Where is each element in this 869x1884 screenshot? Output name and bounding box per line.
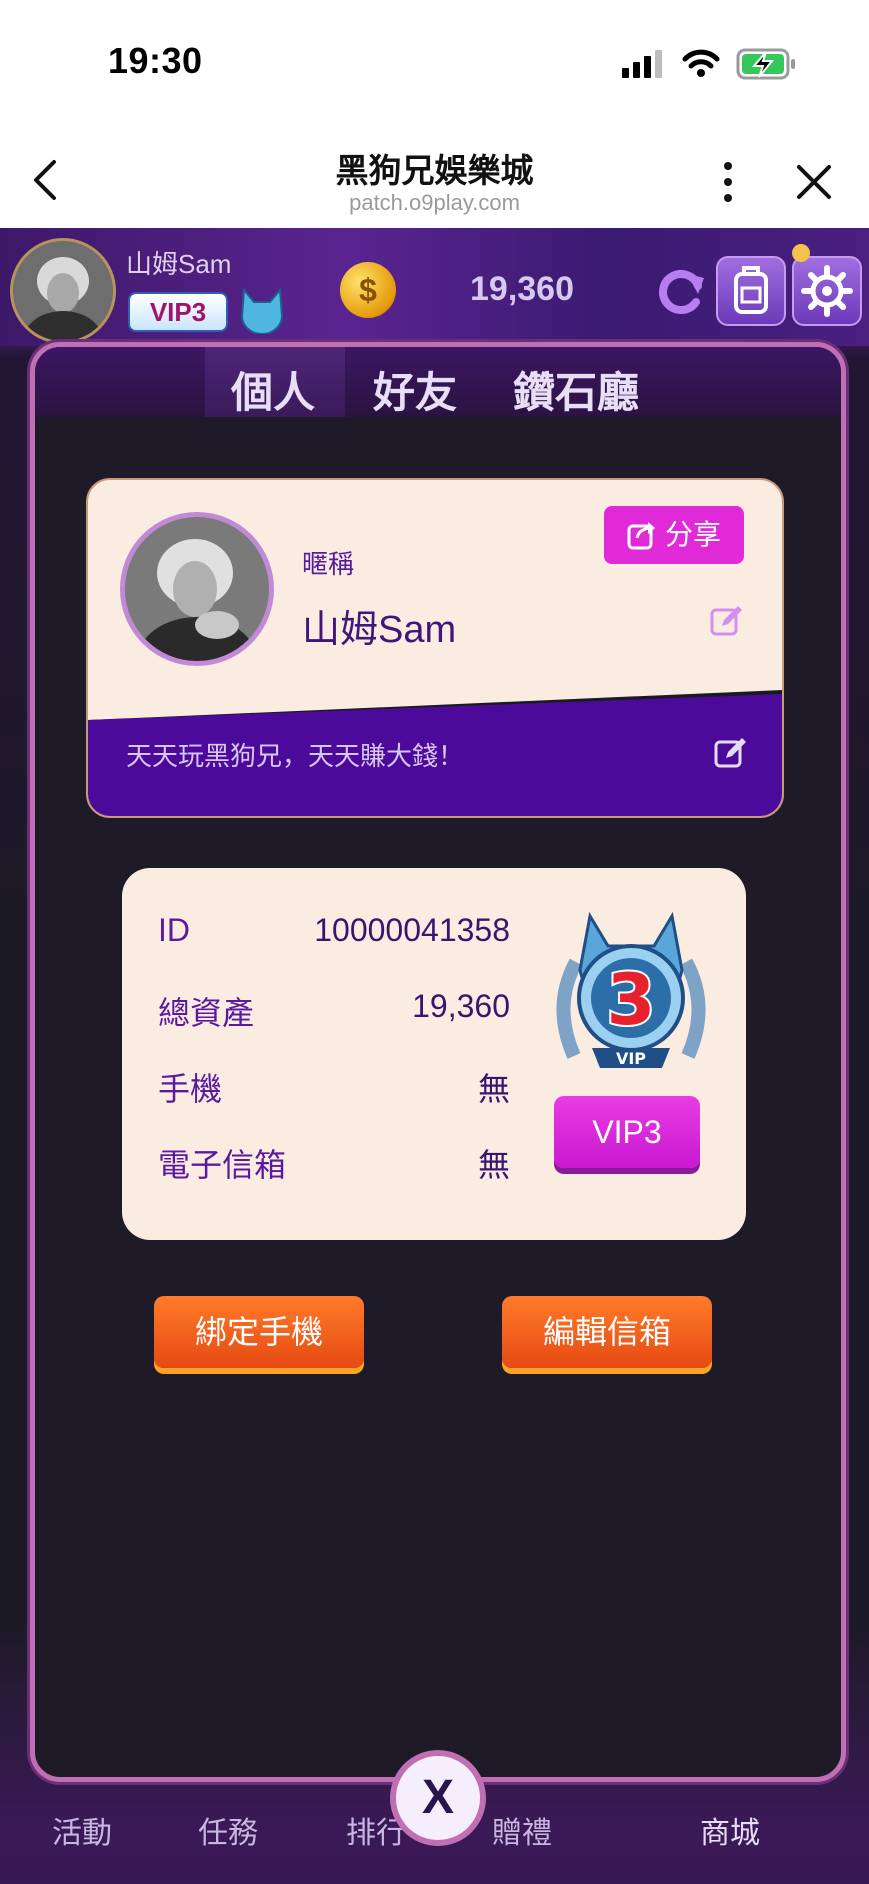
player-avatar-large[interactable] (120, 512, 274, 666)
edit-signature-icon[interactable] (714, 736, 748, 770)
nav-shop[interactable]: 商城 (700, 1808, 760, 1852)
share-button[interactable]: 分享 (604, 506, 744, 564)
nickname-label: 暱稱 (302, 549, 355, 579)
info-value-assets: 19,360 (412, 988, 510, 1024)
close-modal-button[interactable]: X (390, 1750, 486, 1846)
share-label: 分享 (664, 519, 721, 550)
more-options-icon[interactable] (720, 160, 736, 204)
battery-charging-icon (736, 48, 795, 80)
account-info-card: ID 10000041358 總資產 19,360 手機 無 電子信箱 無 3 … (122, 868, 746, 1240)
signal-icon (622, 50, 662, 78)
info-label-assets: 總資產 (158, 995, 255, 1031)
notification-dot (792, 244, 810, 262)
info-value-email: 無 (477, 1147, 510, 1183)
browser-nav-bar: 黑狗兄娛樂城 patch.o9play.com (0, 130, 869, 228)
browser-url: patch.o9play.com (349, 190, 520, 215)
tab-friends[interactable]: 好友 (373, 359, 457, 420)
player-avatar-small[interactable] (10, 238, 116, 344)
info-value-phone: 無 (477, 1071, 510, 1107)
edit-nickname-icon[interactable] (710, 604, 744, 638)
nav-activities[interactable]: 活動 (52, 1808, 112, 1852)
vip-medal-icon: 3 VIP (556, 911, 706, 1068)
tab-personal[interactable]: 個人 (231, 359, 315, 420)
info-label-phone: 手機 (158, 1071, 223, 1107)
modal-tab-bar: 個人 好友 鑽石廳 (35, 347, 841, 417)
vip-cat-icon (240, 287, 284, 334)
portrait-image (125, 517, 269, 661)
info-label-id: ID (158, 912, 190, 948)
nickname-value: 山姆Sam (302, 609, 457, 651)
nav-tasks[interactable]: 任務 (198, 1808, 258, 1852)
info-label-email: 電子信箱 (158, 1147, 287, 1183)
vip-level-button[interactable]: VIP3 (554, 1096, 700, 1168)
profile-card: 暱稱 山姆Sam 分享 天天玩黑狗兄，天天賺大錢！ (86, 478, 784, 818)
info-value-id: 10000041358 (314, 912, 510, 948)
player-name: 山姆Sam (126, 249, 232, 279)
wifi-icon (682, 49, 720, 77)
header-balance: 19,360 (470, 270, 574, 308)
vip-medal-number: 3 (607, 959, 656, 1041)
gear-icon (801, 265, 853, 317)
refresh-icon[interactable] (654, 264, 708, 318)
edit-email-button[interactable]: 編輯信箱 (502, 1296, 712, 1368)
browser-title: 黑狗兄娛樂城 (335, 152, 534, 189)
bag-icon (734, 266, 768, 314)
nav-gifts[interactable]: 贈禮 (492, 1808, 552, 1852)
close-browser-icon[interactable] (796, 164, 832, 200)
settings-button[interactable] (792, 256, 862, 326)
bag-button[interactable] (716, 256, 786, 326)
status-bar: 19:30 (0, 0, 869, 130)
portrait-image (13, 241, 113, 341)
vip-medal-text: VIP (616, 1049, 646, 1068)
vip-badge: VIP3 (128, 292, 228, 332)
coin-icon: $ (340, 262, 396, 318)
share-icon (627, 522, 655, 550)
signature-text: 天天玩黑狗兄，天天賺大錢！ (126, 741, 465, 771)
tab-diamond-hall[interactable]: 鑽石廳 (513, 359, 639, 420)
status-time: 19:30 (108, 40, 203, 81)
bind-phone-button[interactable]: 綁定手機 (154, 1296, 364, 1368)
